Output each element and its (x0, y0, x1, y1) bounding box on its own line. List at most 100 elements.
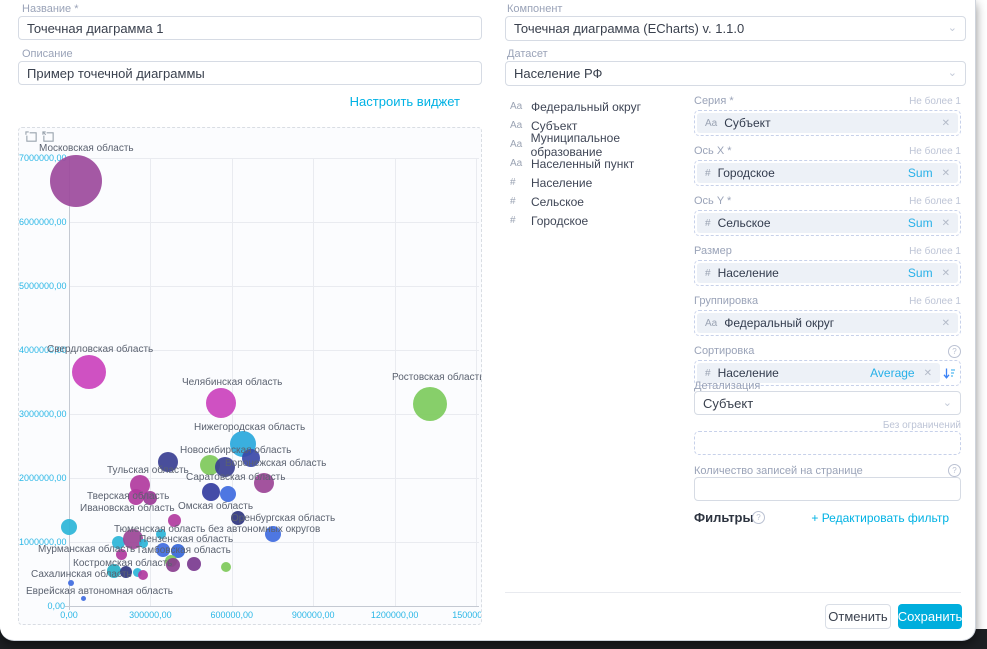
dataset-field[interactable]: #Городское (510, 211, 690, 230)
number-field-icon: # (705, 268, 711, 279)
toolbox-restore-icon[interactable] (42, 131, 55, 144)
name-label: Название * (22, 3, 79, 15)
gridline (313, 158, 314, 606)
help-icon[interactable]: ? (948, 464, 961, 477)
chart-bubble[interactable] (221, 562, 231, 572)
bubble-label: Воронежская область (225, 458, 326, 469)
help-icon[interactable]: ? (948, 345, 961, 358)
chart-bubble[interactable] (72, 355, 106, 389)
config-section-axis-x: Ось X *Не более 1 # Городское Sum ✕ (694, 144, 961, 186)
limit-hint: Без ограничений (694, 420, 961, 431)
chevron-down-icon: ⌄ (948, 23, 957, 34)
dataset-field[interactable]: AaМуниципальное образование (510, 135, 690, 154)
text-field-icon: Aa (510, 101, 524, 112)
chip-field-name: Городское (718, 166, 901, 180)
limit-drop-zone[interactable] (694, 431, 961, 455)
x-axis-tick-label: 0,00 (60, 610, 78, 620)
field-chip[interactable]: #НаселениеSum✕ (697, 263, 958, 283)
section-label: Ось X * (694, 145, 909, 157)
text-field-icon: Aa (705, 318, 717, 329)
field-drop-zone[interactable]: # Городское Sum ✕ (694, 160, 961, 186)
bubble-label: Оренбургская область (231, 513, 335, 524)
aggregation-label[interactable]: Sum (908, 166, 933, 180)
chart-bubble[interactable] (206, 388, 236, 418)
config-panel: Серия *Не более 1AaСубъект✕Ось X *Не бол… (694, 94, 961, 394)
remove-field-icon[interactable]: ✕ (924, 368, 932, 379)
name-input[interactable] (18, 16, 482, 40)
aggregation-label[interactable]: Sum (908, 266, 933, 280)
chip-field-name: Федеральный округ (724, 316, 934, 330)
chart-bubble[interactable] (50, 155, 102, 207)
page-size-input[interactable] (694, 477, 961, 501)
section-header: ГруппировкаНе более 1 (694, 294, 961, 308)
number-field-icon: # (705, 168, 711, 179)
x-axis-tick-label: 300000,00 (129, 610, 172, 620)
y-axis-tick-label: 6000000,00 (19, 217, 65, 227)
field-drop-zone[interactable]: #НаселениеSum✕ (694, 260, 961, 286)
cancel-button[interactable]: Отменить (825, 604, 891, 629)
number-field-icon: # (705, 218, 711, 229)
section-header: Ось Y *Не более 1 (694, 194, 961, 208)
chart-bubble[interactable] (220, 486, 236, 502)
field-chip[interactable]: AaСубъект✕ (697, 113, 958, 133)
section-label: Серия * (694, 95, 909, 107)
chip-field-name: Сельское (718, 216, 901, 230)
chevron-down-icon: ⌄ (948, 68, 957, 79)
component-select[interactable]: Точечная диаграмма (ECharts) v. 1.1.0 ⌄ (505, 16, 966, 41)
bubble-label: Ростовская область (392, 372, 482, 383)
configure-widget-link[interactable]: Настроить виджет (350, 94, 460, 109)
dataset-field-list: AaФедеральный округAaСубъектAaМуниципаль… (510, 97, 690, 230)
save-button[interactable]: Сохранить (898, 604, 962, 629)
help-icon[interactable]: ? (752, 511, 765, 524)
chevron-down-icon: ⌄ (943, 398, 952, 409)
dataset-value: Население РФ (514, 66, 948, 81)
toolbox-datazoom-icon[interactable] (25, 131, 38, 144)
number-field-icon: # (510, 196, 524, 207)
chart-bubble[interactable] (187, 557, 201, 571)
detail-value: Субъект (703, 396, 943, 411)
remove-field-icon[interactable]: ✕ (942, 268, 950, 279)
chart-bubble[interactable] (202, 483, 220, 501)
description-input[interactable] (18, 61, 482, 85)
field-drop-zone[interactable]: Aa Федеральный округ ✕ (694, 310, 961, 336)
chart-bubble[interactable] (138, 570, 148, 580)
detail-select[interactable]: Субъект ⌄ (694, 391, 961, 415)
remove-field-icon[interactable]: ✕ (942, 168, 950, 179)
field-chip[interactable]: # Сельское Sum ✕ (697, 213, 958, 233)
component-value: Точечная диаграмма (ECharts) v. 1.1.0 (514, 21, 948, 36)
field-chip[interactable]: # Городское Sum ✕ (697, 163, 958, 183)
sort-descending-icon[interactable] (940, 367, 958, 380)
dataset-label: Датасет (507, 48, 548, 60)
remove-field-icon[interactable]: ✕ (942, 318, 950, 329)
chart-bubble[interactable] (61, 519, 77, 535)
section-limit-hint: Не более 1 (909, 296, 961, 307)
x-axis-tick-label: 1500000,00 (452, 610, 482, 620)
remove-field-icon[interactable]: ✕ (942, 118, 950, 129)
field-drop-zone[interactable]: # Сельское Sum ✕ (694, 210, 961, 236)
field-name: Федеральный округ (531, 100, 641, 114)
remove-field-icon[interactable]: ✕ (942, 218, 950, 229)
y-axis-tick-label: 3000000,00 (19, 409, 65, 419)
dataset-field[interactable]: Aa Федеральный округ (510, 97, 690, 116)
field-chip[interactable]: Aa Федеральный округ ✕ (697, 313, 958, 333)
aggregation-label[interactable]: Average (870, 366, 914, 380)
section-header: Ось X *Не более 1 (694, 144, 961, 158)
x-axis-tick-label: 1200000,00 (371, 610, 419, 620)
dataset-field[interactable]: #Население (510, 173, 690, 192)
chart-bubble[interactable] (81, 596, 86, 601)
plus-icon: + (811, 511, 818, 525)
dataset-field[interactable]: #Сельское (510, 192, 690, 211)
field-drop-zone[interactable]: AaСубъект✕ (694, 110, 961, 136)
y-axis-tick-label: 2000000,00 (19, 473, 65, 483)
section-header: РазмерНе более 1 (694, 244, 961, 258)
config-section-size: РазмерНе более 1#НаселениеSum✕ (694, 244, 961, 286)
chart-bubble[interactable] (413, 387, 447, 421)
scatter-chart[interactable]: 0,001000000,002000000,003000000,00400000… (18, 127, 482, 625)
aggregation-label[interactable]: Sum (908, 216, 933, 230)
section-header: Серия *Не более 1 (694, 94, 961, 108)
edit-filter-label: Редактировать фильтр (822, 511, 949, 525)
x-axis-line (65, 606, 479, 607)
dataset-select[interactable]: Население РФ ⌄ (505, 61, 966, 86)
bubble-label: Челябинская область (182, 377, 282, 388)
edit-filter-link[interactable]: + Редактировать фильтр (811, 511, 949, 525)
